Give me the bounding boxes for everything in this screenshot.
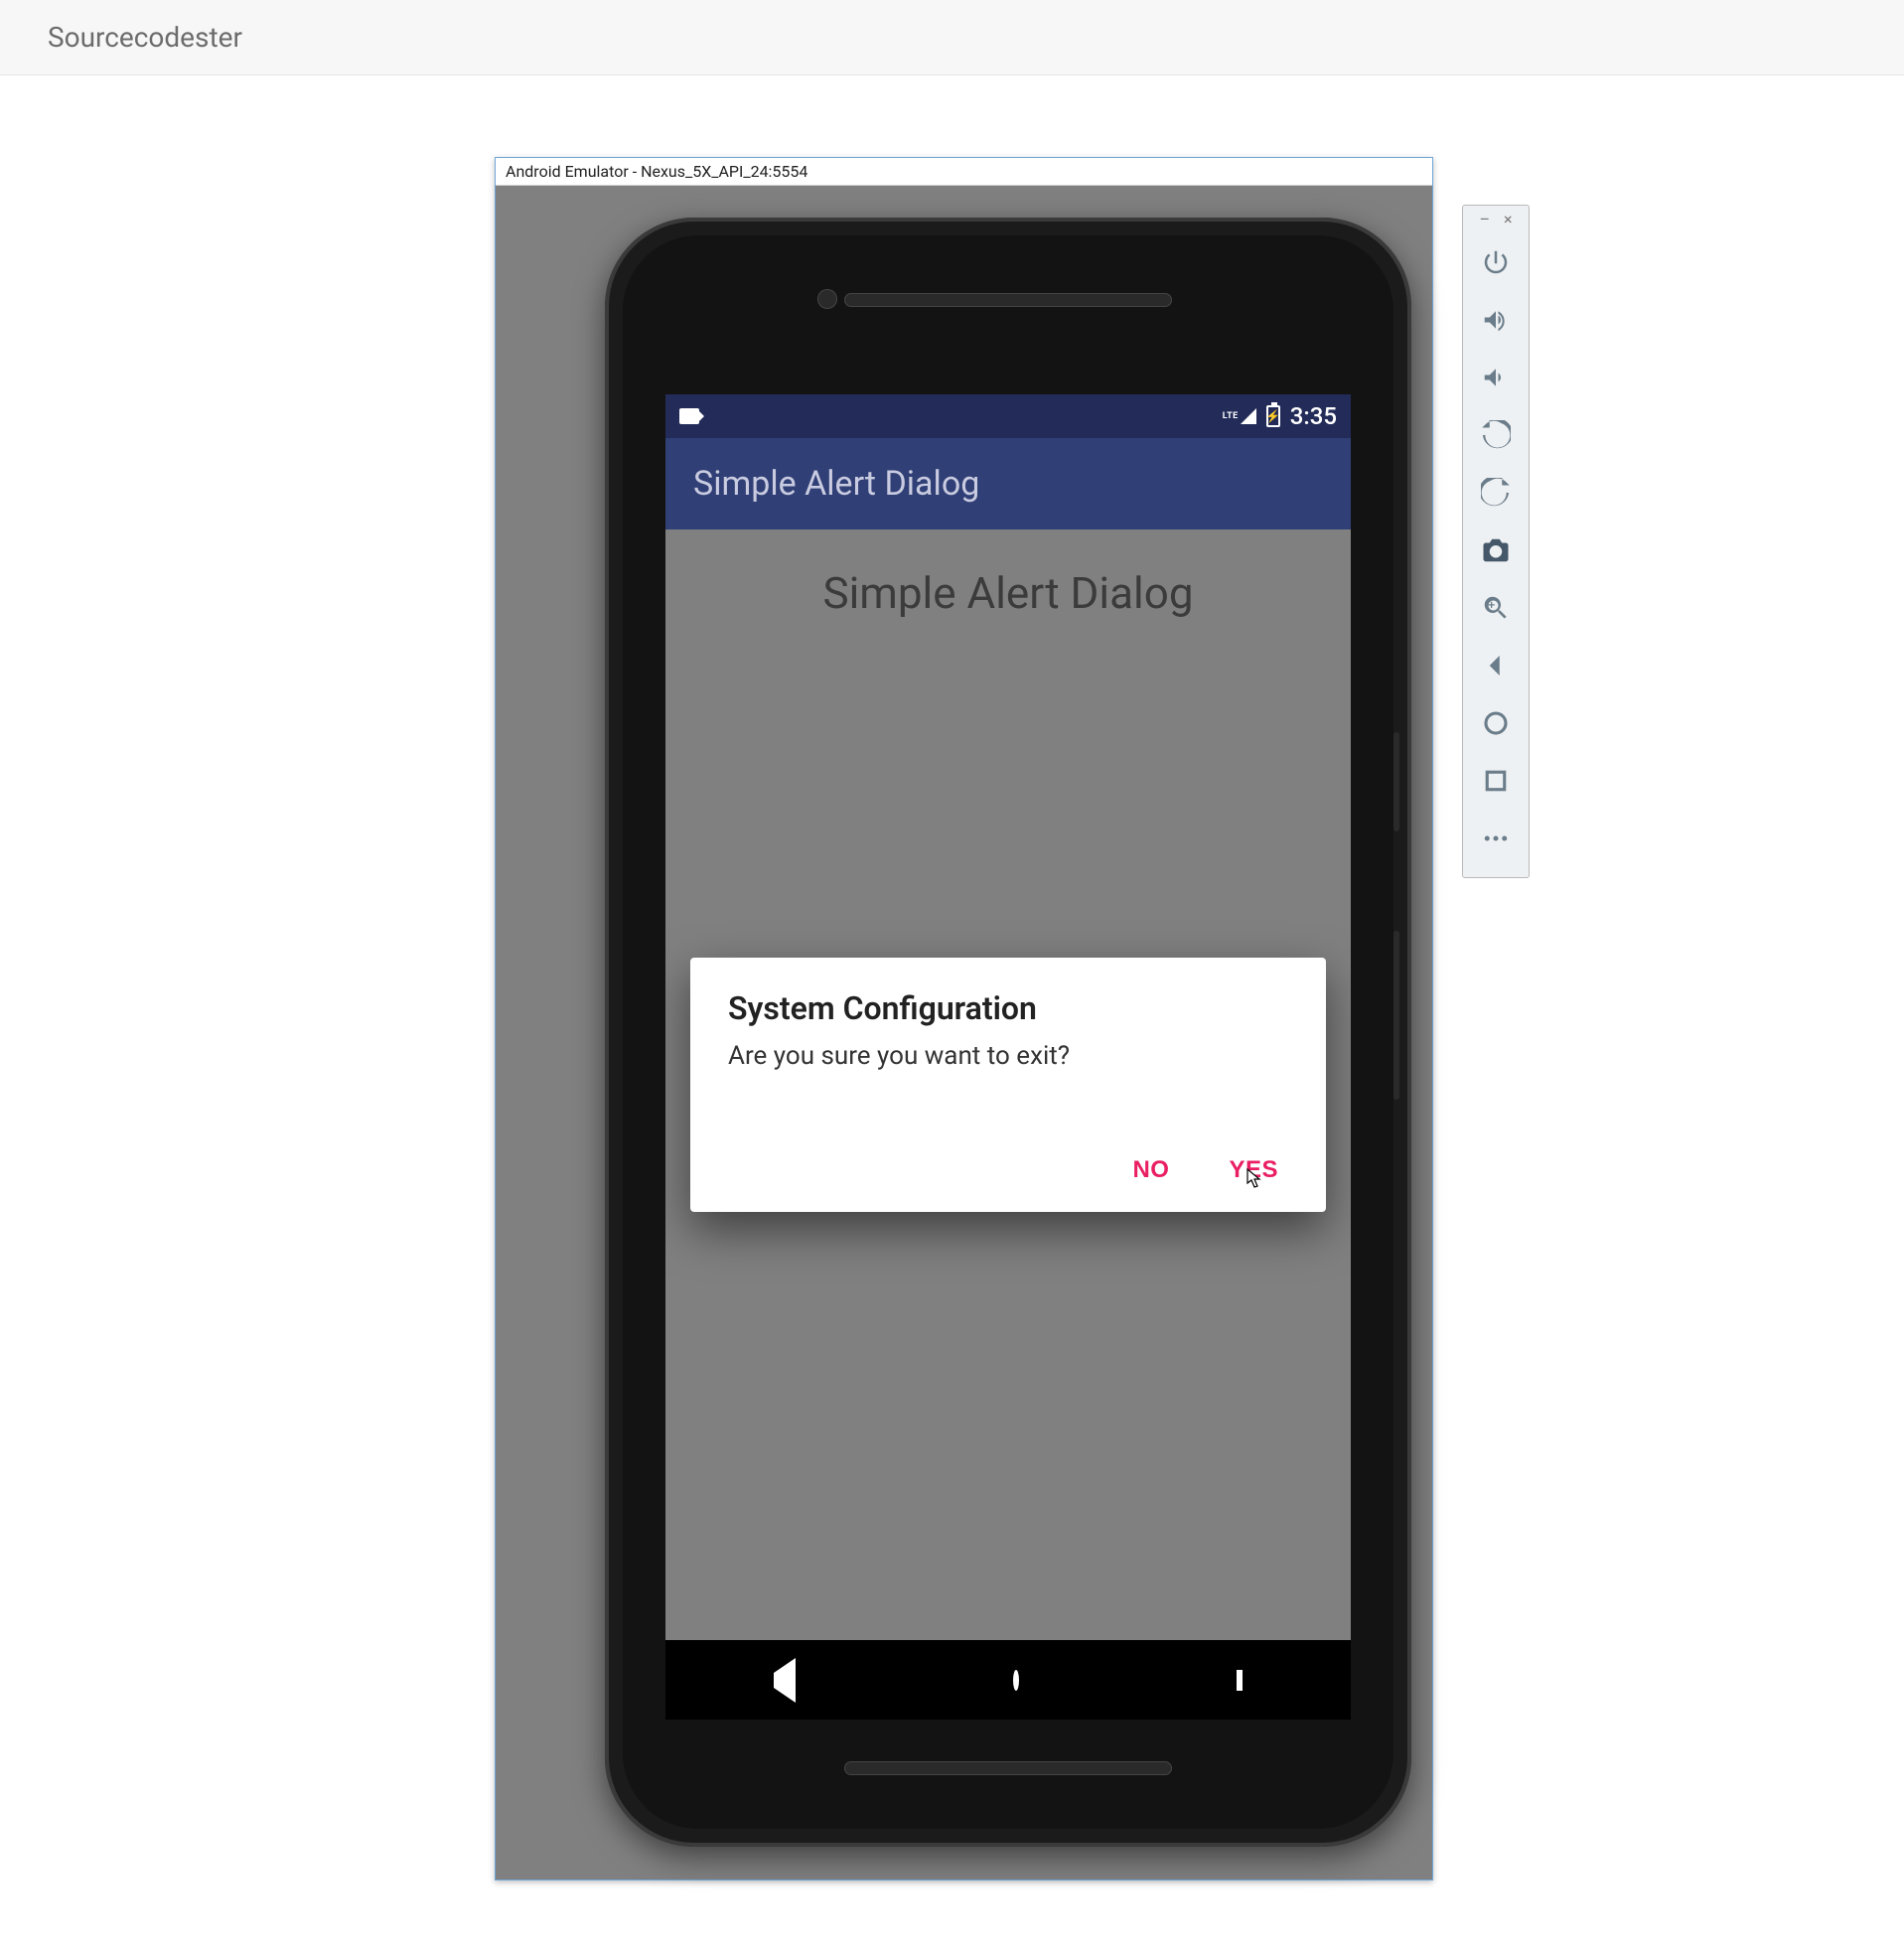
rotate-right-icon [1481,478,1511,508]
app-bar: Simple Alert Dialog [665,438,1351,529]
bottom-speaker [844,1761,1172,1775]
rotate-left-icon [1481,420,1511,450]
overview-square-icon [1237,1670,1243,1691]
home-icon [1481,708,1511,738]
network-label: LTE [1223,411,1239,421]
nav-home-button[interactable] [1013,1673,1019,1688]
toolbar-home-button[interactable] [1472,694,1520,752]
volume-down-button[interactable] [1472,349,1520,406]
toolbar-minimize-button[interactable]: – [1479,212,1490,227]
back-triangle-icon [774,1658,796,1703]
rotate-right-button[interactable] [1472,464,1520,522]
sdcard-icon [679,408,699,424]
screenshot-button[interactable] [1472,522,1520,579]
toolbar-overview-button[interactable] [1472,752,1520,810]
site-header: Sourcecodester [0,0,1904,75]
dialog-yes-label: YES [1229,1156,1278,1183]
side-button-bottom [1393,931,1399,1100]
front-camera [817,289,837,309]
site-title: Sourcecodester [48,21,242,54]
rotate-left-button[interactable] [1472,406,1520,464]
home-circle-icon [1013,1670,1019,1691]
power-icon [1481,247,1511,277]
emulator-window-title: Android Emulator - Nexus_5X_API_24:5554 [506,162,807,181]
emulator-toolbar: – × [1462,205,1530,878]
more-icon [1481,824,1511,853]
emulator-toolbar-header: – × [1479,212,1512,227]
signal-icon: LTE [1223,408,1256,424]
navigation-bar [665,1640,1351,1720]
phone-screen: LTE ⚡ 3:35 Simple Alert Dialog Simple Al… [665,394,1351,1720]
toolbar-back-button[interactable] [1472,637,1520,694]
dialog-actions: NO YES [728,1156,1288,1198]
camera-icon [1481,535,1511,565]
dialog-title: System Configuration [728,989,1288,1027]
alert-dialog: System Configuration Are you sure you wa… [690,958,1326,1212]
volume-up-button[interactable] [1472,291,1520,349]
earpiece-speaker [844,293,1172,307]
dialog-scrim[interactable]: System Configuration Are you sure you wa… [665,529,1351,1640]
zoom-in-icon [1481,593,1511,623]
overview-icon [1481,766,1511,796]
zoom-button[interactable] [1472,579,1520,637]
dialog-message: Are you sure you want to exit? [728,1041,1288,1071]
nav-back-button[interactable] [774,1673,796,1688]
volume-up-icon [1481,305,1511,335]
app-bar-title: Simple Alert Dialog [693,464,979,504]
emulator-titlebar[interactable]: Android Emulator - Nexus_5X_API_24:5554 [496,158,1432,186]
back-icon [1481,651,1511,680]
emulator-window: Android Emulator - Nexus_5X_API_24:5554 [495,157,1433,1880]
phone-device: LTE ⚡ 3:35 Simple Alert Dialog Simple Al… [605,218,1411,1847]
status-time: 3:35 [1290,402,1337,430]
app-content: Simple Alert Dialog System Configuration… [665,529,1351,1640]
dialog-no-button[interactable]: NO [1132,1156,1169,1184]
dialog-yes-button[interactable]: YES [1229,1156,1278,1184]
status-bar: LTE ⚡ 3:35 [665,394,1351,438]
nav-overview-button[interactable] [1237,1673,1243,1688]
toolbar-more-button[interactable] [1472,810,1520,867]
battery-charging-icon: ⚡ [1266,405,1280,427]
stage: Android Emulator - Nexus_5X_API_24:5554 [0,75,1904,1953]
phone-body: LTE ⚡ 3:35 Simple Alert Dialog Simple Al… [623,235,1393,1829]
side-button-top [1393,732,1399,831]
toolbar-close-button[interactable]: × [1504,212,1513,227]
power-button[interactable] [1472,233,1520,291]
volume-down-icon [1481,363,1511,392]
